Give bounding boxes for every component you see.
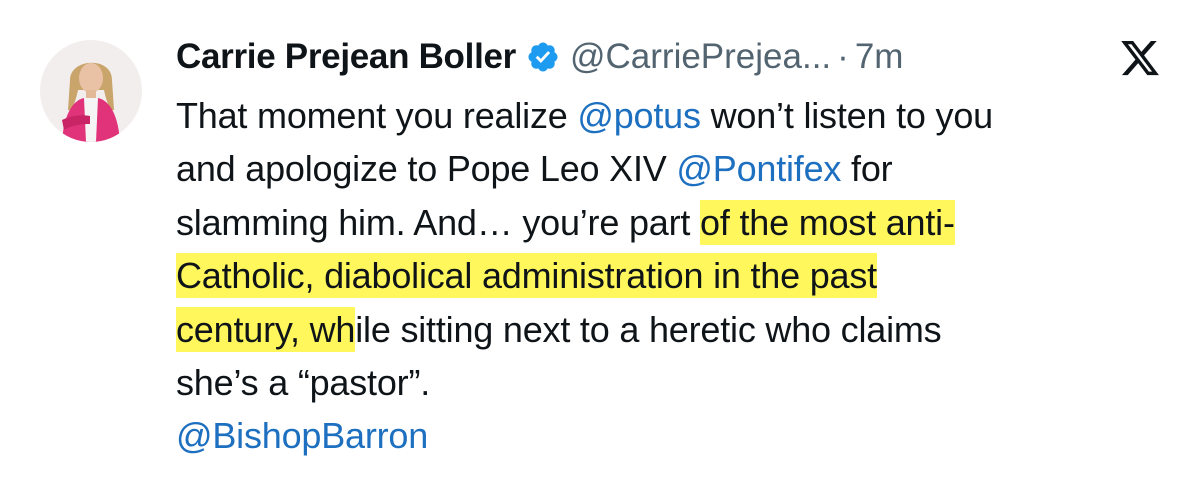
highlighted-text: Catholic, diabolical administration in t… [176, 253, 877, 299]
tweet-line: slamming him. And… you’re part of the mo… [176, 196, 1176, 249]
tweet-header: Carrie Prejean Boller @CarriePrejea... ·… [176, 34, 903, 80]
highlighted-text: century, wh [176, 306, 356, 352]
tweet-card: Carrie Prejean Boller @CarriePrejea... ·… [0, 0, 1200, 477]
highlighted-text: of the most anti- [700, 199, 955, 245]
text-segment: slamming him. And… you’re part [176, 201, 701, 243]
tweet-line: and apologize to Pope Leo XIV @Pontifex … [176, 142, 1176, 195]
text-segment: for [841, 148, 893, 190]
text-segment: That moment you realize [176, 95, 578, 136]
verified-badge-icon [526, 40, 560, 74]
timestamp[interactable]: 7m [855, 37, 904, 77]
display-name[interactable]: Carrie Prejean Boller [176, 37, 516, 77]
tweet-line: Catholic, diabolical administration in t… [176, 249, 1176, 302]
avatar[interactable] [40, 40, 142, 142]
tweet-line: That moment you realize @potus won’t lis… [176, 89, 1176, 142]
tweet-line: @BishopBarron [176, 409, 1176, 462]
avatar-image [40, 40, 142, 142]
tweet-line: she’s a “pastor”. [176, 356, 1176, 409]
tweet-text: That moment you realize @potus won’t lis… [176, 89, 1176, 463]
x-logo-icon [1119, 37, 1161, 79]
author-handle[interactable]: @CarriePrejea... [570, 37, 831, 77]
text-segment: she’s a “pastor”. [176, 361, 431, 403]
mention-link-bishopbarron[interactable]: @BishopBarron [176, 415, 428, 456]
mention-link-pontifex[interactable]: @Pontifex [676, 148, 841, 189]
header-separator: · [837, 37, 849, 76]
text-segment: won’t listen to you [700, 95, 994, 136]
text-segment: and apologize to Pope Leo XIV [176, 148, 677, 190]
mention-link-potus[interactable]: @potus [577, 95, 701, 136]
tweet-line: century, while sitting next to a heretic… [176, 303, 1176, 356]
text-segment: ile sitting next to a heretic who claims [355, 308, 942, 350]
